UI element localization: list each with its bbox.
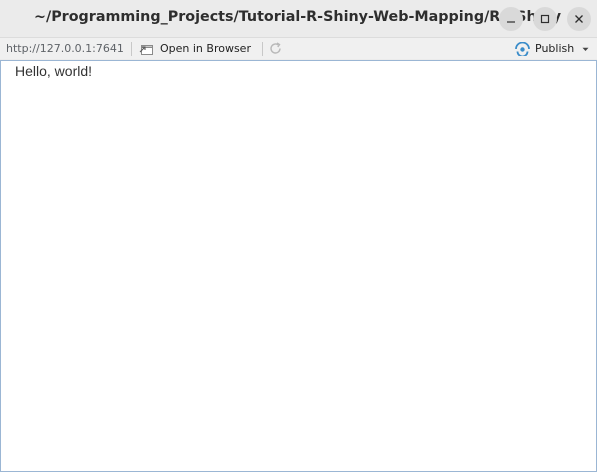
open-in-browser-icon[interactable] — [139, 42, 155, 56]
window-title: ~/Programming_Projects/Tutorial-R-Shiny-… — [34, 9, 562, 25]
publish-icon[interactable] — [514, 42, 531, 56]
title-bar[interactable]: ~/Programming_Projects/Tutorial-R-Shiny-… — [0, 0, 597, 37]
toolbar-divider — [262, 42, 263, 56]
minimize-icon — [507, 21, 515, 23]
minimize-button[interactable] — [499, 7, 523, 31]
maximize-icon — [540, 14, 550, 24]
refresh-icon[interactable] — [268, 41, 283, 56]
close-button[interactable] — [567, 7, 591, 31]
maximize-button[interactable] — [533, 7, 557, 31]
app-url: http://127.0.0.1:7641 — [6, 42, 124, 55]
toolbar-divider — [131, 42, 132, 56]
open-in-browser-button[interactable]: Open in Browser — [160, 42, 251, 55]
chevron-down-icon[interactable] — [582, 47, 589, 52]
shiny-viewer-window: ~/Programming_Projects/Tutorial-R-Shiny-… — [0, 0, 597, 472]
viewer-toolbar: http://127.0.0.1:7641 Open in Browser Pu… — [0, 37, 597, 59]
publish-button[interactable]: Publish — [535, 42, 574, 55]
close-icon — [575, 15, 583, 23]
app-viewport[interactable]: Hello, world! — [0, 60, 597, 472]
app-output-text: Hello, world! — [15, 63, 93, 79]
